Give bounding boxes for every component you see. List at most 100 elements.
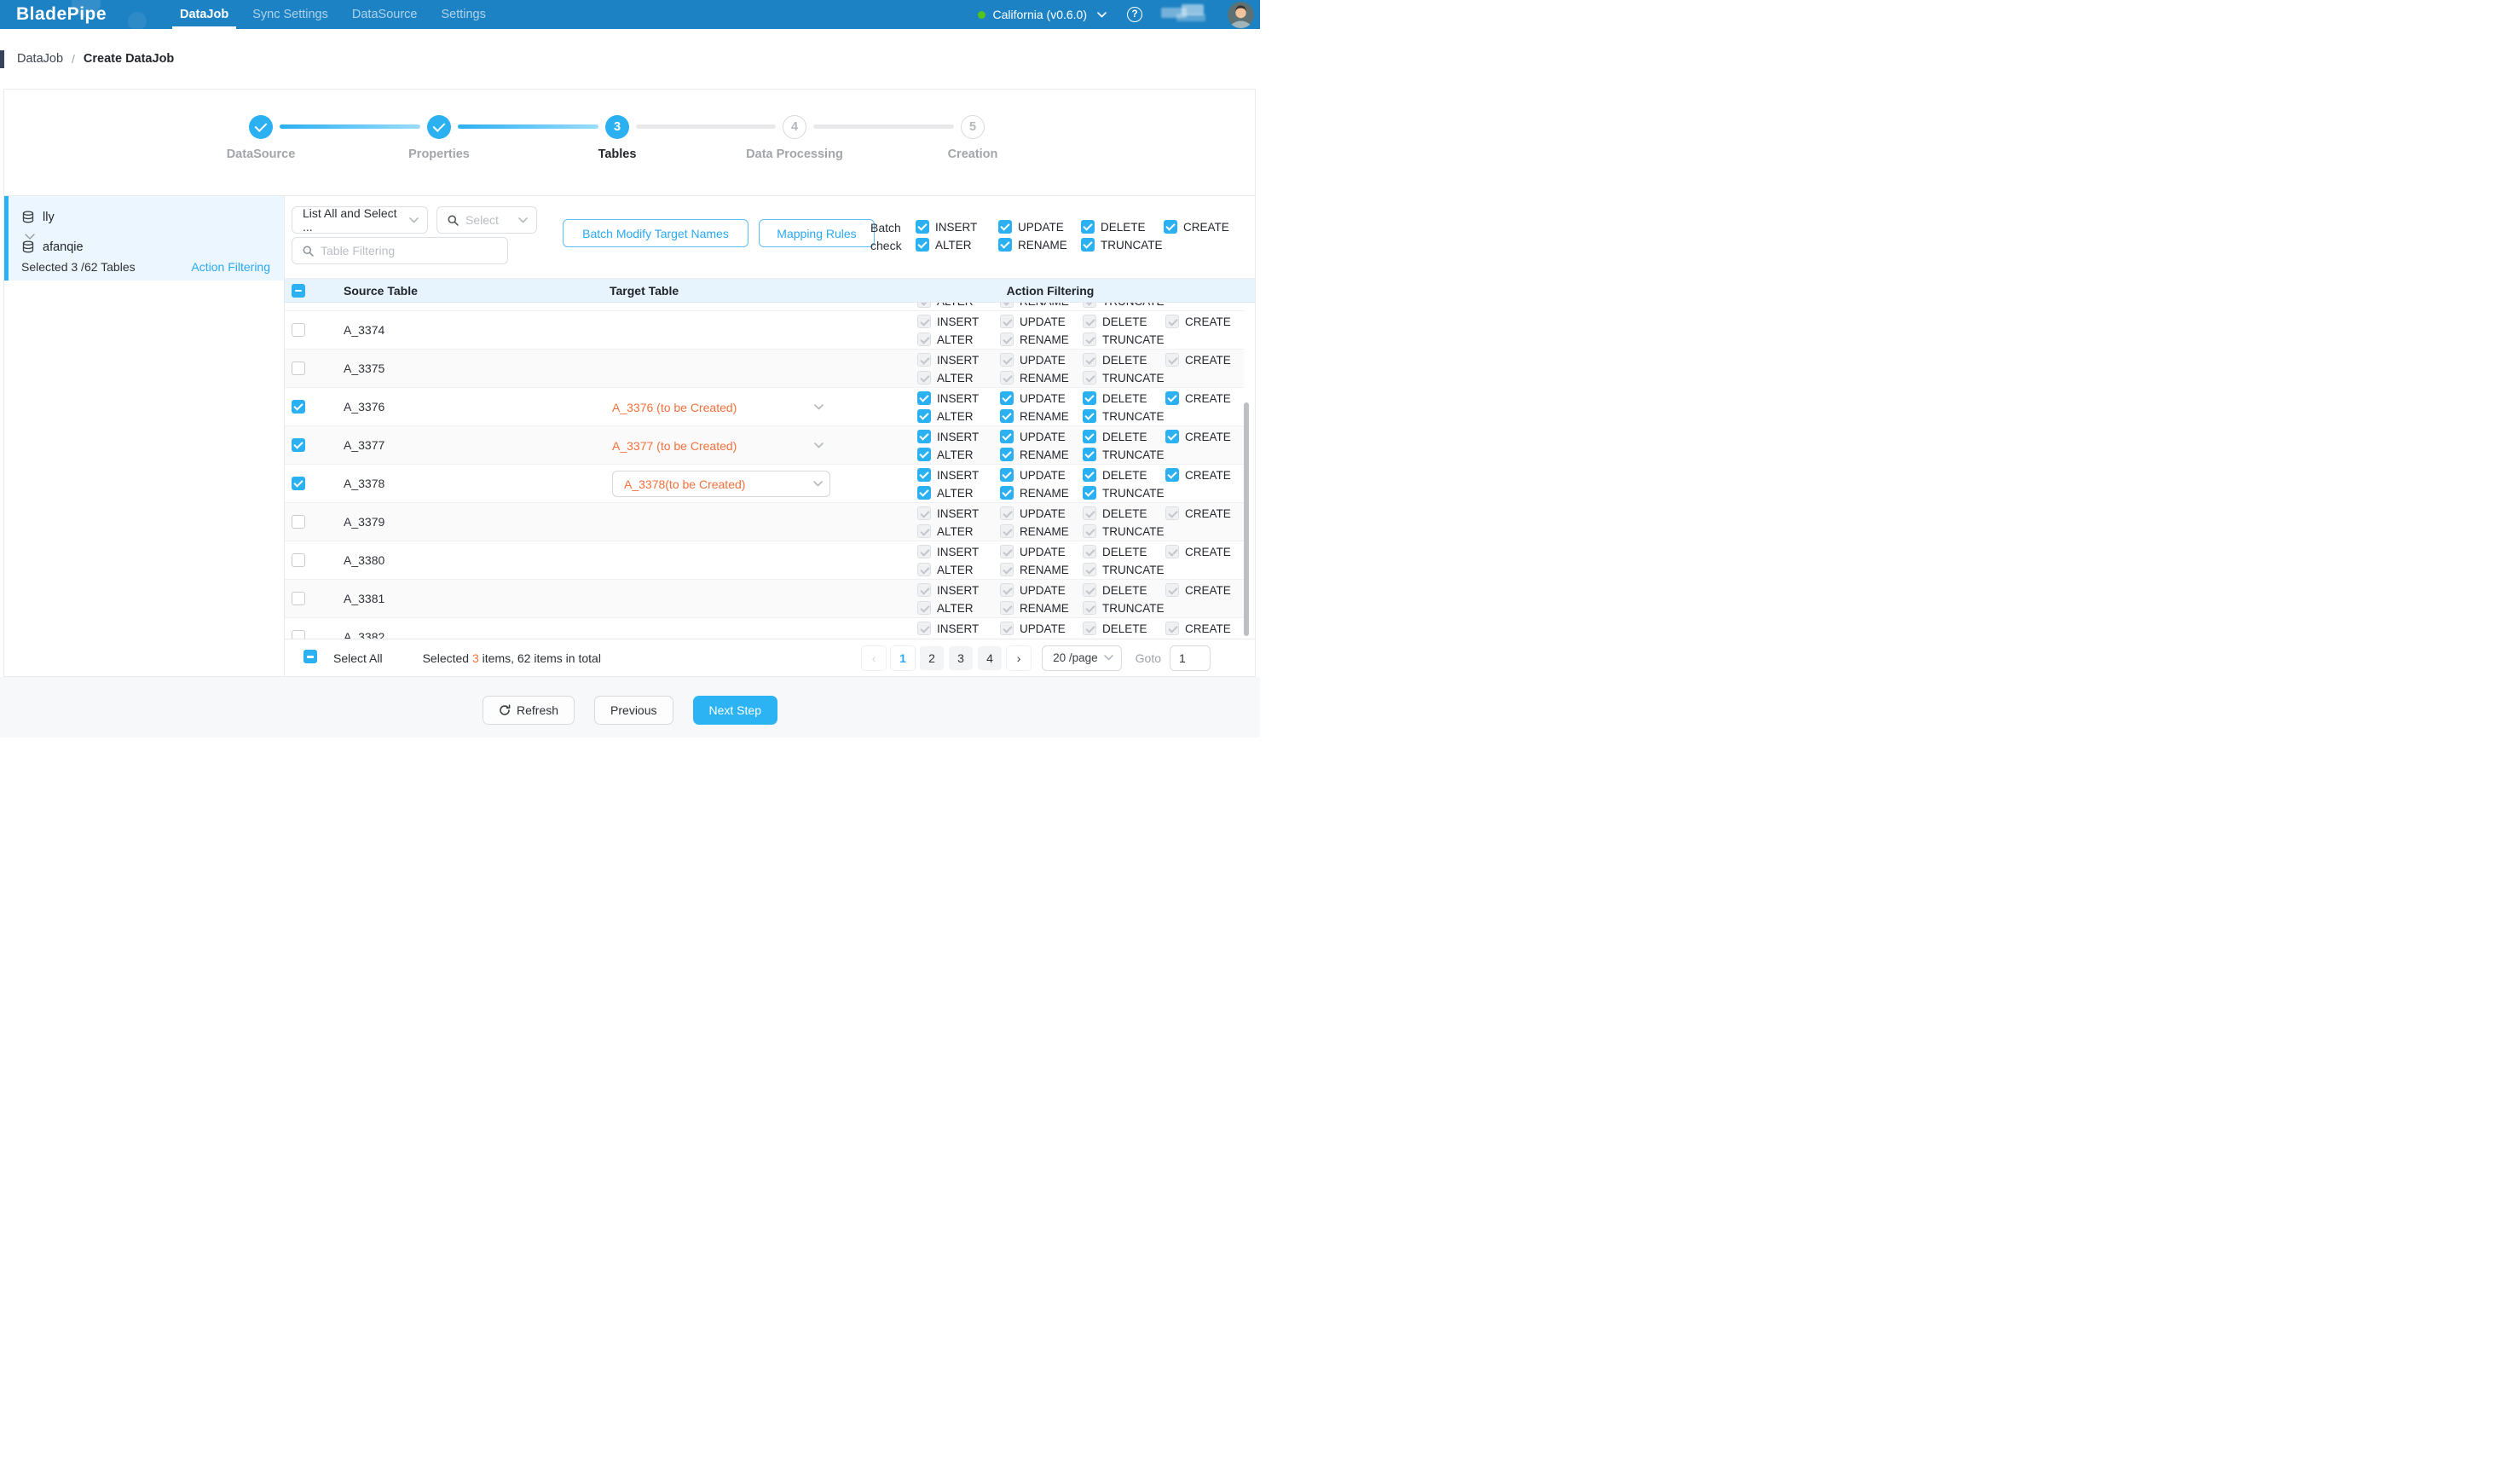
region-selector[interactable]: California (v0.6.0) (993, 8, 1088, 21)
action-delete-item: DELETE (1083, 545, 1147, 558)
action-rename-checkbox[interactable] (1000, 448, 1014, 461)
target-table-select[interactable]: A_3376 (to be Created) (612, 394, 830, 420)
action-create-item: CREATE (1165, 506, 1231, 520)
row-select-checkbox[interactable] (292, 553, 305, 567)
next-step-button[interactable]: Next Step (693, 696, 777, 725)
row-select-checkbox[interactable] (292, 630, 305, 639)
table-search-select[interactable]: Select (436, 206, 537, 234)
row-select-checkbox[interactable] (292, 323, 305, 337)
list-mode-select[interactable]: List All and Select ... (292, 206, 428, 234)
action-truncate-checkbox[interactable] (1083, 486, 1096, 500)
action-delete-checkbox[interactable] (1083, 430, 1096, 443)
action-insert-checkbox[interactable] (917, 430, 931, 443)
action-insert-checkbox[interactable] (917, 468, 931, 482)
select-all-label[interactable]: Select All (333, 651, 383, 665)
pagination-page-1[interactable]: 1 (891, 646, 915, 670)
action-create-checkbox[interactable] (1165, 468, 1179, 482)
batch-rename-checkbox[interactable] (998, 238, 1012, 252)
action-create-checkbox (1165, 353, 1179, 367)
pagination-page-2[interactable]: 2 (920, 646, 944, 670)
refresh-button[interactable]: Refresh (483, 696, 575, 725)
batch-alter-checkbox[interactable] (916, 238, 929, 252)
nav-item-datasource[interactable]: DataSource (340, 0, 430, 29)
vertical-scrollbar-thumb[interactable] (1244, 402, 1249, 636)
page-size-select[interactable]: 20 /page (1042, 645, 1122, 671)
row-select-checkbox[interactable] (292, 477, 305, 490)
action-rename-label: RENAME (1020, 525, 1069, 538)
action-update-item: UPDATE (1000, 430, 1066, 443)
action-rename-item: RENAME (1000, 563, 1069, 576)
action-truncate-checkbox[interactable] (1083, 448, 1096, 461)
nav-item-settings[interactable]: Settings (429, 0, 497, 29)
action-delete-item: DELETE (1083, 468, 1147, 482)
action-update-checkbox[interactable] (1000, 391, 1014, 405)
mapping-rules-button[interactable]: Mapping Rules (759, 219, 875, 247)
action-alter-checkbox[interactable] (917, 448, 931, 461)
pagination-page-3[interactable]: 3 (949, 646, 973, 670)
goto-page-input[interactable] (1170, 645, 1211, 671)
batch-truncate-checkbox[interactable] (1081, 238, 1095, 252)
pagination-page-4[interactable]: 4 (978, 646, 1002, 670)
batch-update-item: UPDATE (998, 220, 1064, 234)
action-alter-checkbox[interactable] (917, 409, 931, 423)
action-create-checkbox[interactable] (1165, 391, 1179, 405)
source-table-cell: A_3374 (323, 311, 591, 349)
chevron-down-icon[interactable] (1097, 12, 1107, 18)
action-insert-checkbox (917, 583, 931, 597)
action-alter-checkbox (917, 303, 931, 308)
avatar[interactable] (1228, 2, 1254, 28)
action-update-checkbox[interactable] (1000, 468, 1014, 482)
chevron-down-icon (1104, 655, 1113, 661)
action-truncate-checkbox (1083, 333, 1096, 346)
datasource-pair-item[interactable]: lly afanqie Selected 3 /62 Tables Action… (4, 196, 284, 281)
row-select-checkbox[interactable] (292, 400, 305, 414)
row-select-checkbox[interactable] (292, 592, 305, 605)
action-insert-label: INSERT (937, 507, 979, 520)
select-all-checkbox[interactable] (303, 650, 317, 663)
help-icon[interactable]: ? (1127, 7, 1142, 22)
previous-button[interactable]: Previous (594, 696, 673, 725)
action-insert-label: INSERT (937, 354, 979, 367)
action-create-checkbox (1165, 315, 1179, 328)
action-truncate-checkbox[interactable] (1083, 409, 1096, 423)
batch-create-checkbox[interactable] (1164, 220, 1177, 234)
action-insert-label: INSERT (937, 622, 979, 635)
target-table-select[interactable]: A_3377 (to be Created) (612, 432, 830, 459)
step-connector (636, 124, 776, 129)
app-logo[interactable]: BladePipe (16, 4, 141, 25)
action-rename-checkbox[interactable] (1000, 409, 1014, 423)
action-alter-label: ALTER (937, 564, 974, 576)
action-filtering-link[interactable]: Action Filtering (191, 260, 270, 274)
action-update-label: UPDATE (1020, 584, 1066, 597)
select-all-checkbox[interactable] (292, 284, 305, 298)
action-rename-item: RENAME (1000, 371, 1069, 385)
action-rename-checkbox[interactable] (1000, 486, 1014, 500)
batch-insert-checkbox[interactable] (916, 220, 929, 234)
action-alter-checkbox[interactable] (917, 486, 931, 500)
action-rename-label: RENAME (1020, 333, 1069, 346)
action-update-checkbox[interactable] (1000, 430, 1014, 443)
action-create-checkbox (1165, 622, 1179, 635)
action-create-label: CREATE (1185, 354, 1231, 367)
table-filter-input[interactable]: Table Filtering (292, 237, 508, 264)
row-select-checkbox[interactable] (292, 362, 305, 375)
action-alter-checkbox (917, 524, 931, 538)
step-circle-creation: 5 (961, 115, 985, 139)
pagination: ‹1234› 20 /page Goto (857, 645, 1211, 671)
row-select-checkbox[interactable] (292, 438, 305, 452)
nav-item-sync-settings[interactable]: Sync Settings (240, 0, 340, 29)
breadcrumb-datajob[interactable]: DataJob (17, 52, 63, 66)
action-rename-checkbox (1000, 371, 1014, 385)
batch-modify-target-names-button[interactable]: Batch Modify Target Names (563, 219, 748, 247)
action-insert-checkbox[interactable] (917, 391, 931, 405)
row-select-checkbox[interactable] (292, 515, 305, 529)
batch-update-checkbox[interactable] (998, 220, 1012, 234)
action-insert-checkbox (917, 353, 931, 367)
batch-delete-checkbox[interactable] (1081, 220, 1095, 234)
pagination-next[interactable]: › (1007, 646, 1031, 670)
action-delete-checkbox[interactable] (1083, 391, 1096, 405)
target-table-select[interactable]: A_3378(to be Created) (612, 471, 830, 497)
action-create-checkbox[interactable] (1165, 430, 1179, 443)
action-delete-checkbox[interactable] (1083, 468, 1096, 482)
nav-item-datajob[interactable]: DataJob (168, 0, 240, 29)
